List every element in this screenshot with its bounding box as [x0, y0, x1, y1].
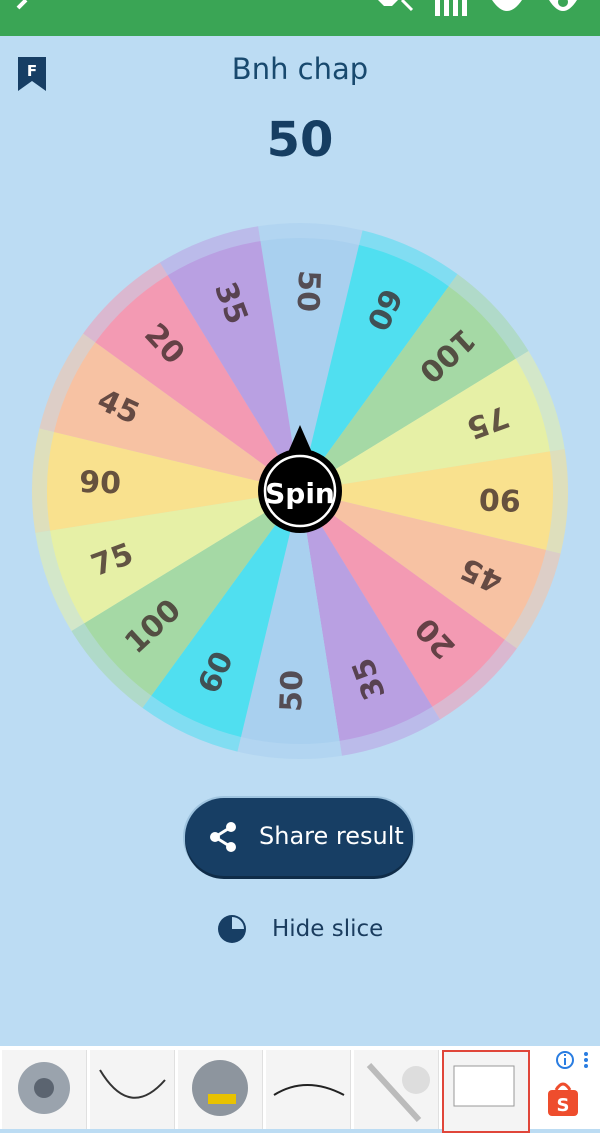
svg-text:S: S: [557, 1095, 570, 1116]
hide-slice-button[interactable]: Hide slice: [216, 911, 396, 951]
pie-icon: [218, 915, 246, 943]
ad-banner[interactable]: S: [0, 1046, 600, 1133]
settings-icon[interactable]: [545, 0, 581, 16]
top-toolbar: [0, 0, 600, 36]
ad-thumbnail[interactable]: [90, 1050, 175, 1129]
slice-label: 90: [79, 465, 122, 502]
info-icon[interactable]: [555, 1050, 575, 1070]
slice-label: 50: [290, 270, 327, 313]
share-result-button[interactable]: Share result: [185, 798, 413, 876]
slice-label: 50: [274, 669, 311, 712]
ad-thumbnail[interactable]: [2, 1050, 87, 1129]
back-icon[interactable]: [12, 0, 34, 14]
ad-thumbnail[interactable]: [354, 1050, 439, 1129]
more-options-icon[interactable]: [580, 1050, 592, 1070]
hide-slice-label: Hide slice: [272, 916, 384, 942]
slice-label: 90: [478, 481, 521, 518]
result-value: 50: [266, 112, 334, 168]
shopee-icon[interactable]: S: [546, 1082, 580, 1118]
wheel-title: Bnh chap: [231, 52, 369, 86]
ad-thumbnail[interactable]: [178, 1050, 263, 1129]
ad-thumbnail[interactable]: [442, 1050, 530, 1133]
list-icon[interactable]: [434, 0, 468, 16]
theme-icon[interactable]: [490, 0, 524, 16]
spin-wheel[interactable]: 50 60100759045203550601007590452035 Spin: [30, 221, 570, 761]
share-icon: [210, 822, 236, 852]
share-label: Share result: [259, 822, 404, 850]
ad-thumbnail[interactable]: [266, 1050, 351, 1129]
spin-label: Spin: [265, 477, 335, 510]
mute-icon[interactable]: [374, 0, 414, 14]
